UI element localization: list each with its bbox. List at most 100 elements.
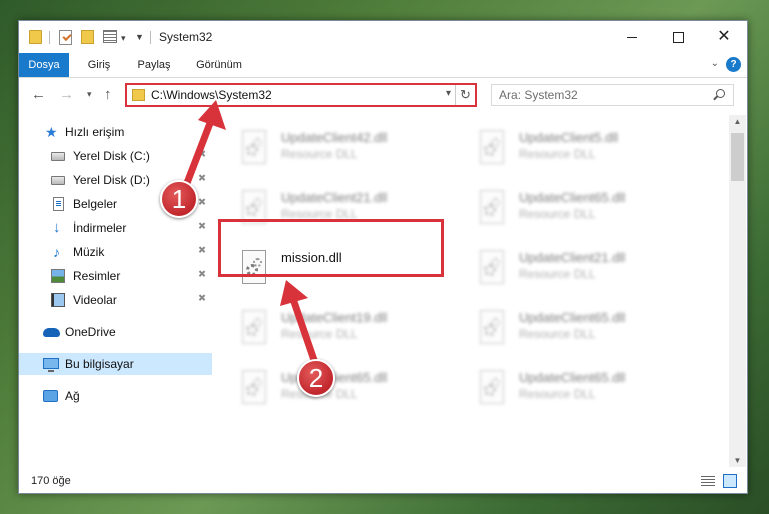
dll-file-icon: [478, 250, 506, 286]
sidebar-item-network[interactable]: Ağ: [19, 385, 212, 407]
search-input[interactable]: [492, 85, 707, 105]
toolbar-arrow-icon[interactable]: ▼: [135, 32, 145, 48]
tab-home[interactable]: Giriş: [79, 53, 119, 77]
file-name: UpdateClient21.dll: [519, 250, 626, 265]
sidebar-item-label: Videolar: [73, 293, 117, 307]
list-item[interactable]: UpdateClient65.dll Resource DLL: [471, 301, 701, 353]
pin-icon[interactable]: ✚: [194, 292, 208, 306]
file-type: Resource DLL: [519, 207, 596, 221]
vertical-scrollbar[interactable]: ▲ ▼: [729, 115, 746, 467]
pin-icon[interactable]: ✚: [194, 244, 208, 258]
title-bar: ▾ ▼ System32 ✕: [19, 21, 747, 53]
sidebar-item-label: Yerel Disk (D:): [73, 173, 150, 187]
file-type: Resource DLL: [519, 327, 596, 341]
scroll-up-icon[interactable]: ▲: [729, 117, 746, 126]
details-view-icon[interactable]: [701, 476, 715, 487]
pictures-icon: [51, 269, 65, 283]
item-count: 170 öğe: [31, 475, 71, 487]
minimize-button[interactable]: [609, 21, 655, 53]
help-icon[interactable]: ?: [726, 57, 741, 72]
quick-access-dropdown-icon[interactable]: ▾: [121, 33, 126, 49]
folder-icon: [29, 30, 42, 44]
search-box[interactable]: [491, 84, 734, 106]
address-dropdown-icon[interactable]: ▾: [446, 88, 451, 99]
drive-icon: [51, 176, 65, 185]
file-type: Resource DLL: [519, 387, 596, 401]
toolbar-separator: [49, 31, 50, 44]
sidebar-item-label: Yerel Disk (C:): [73, 149, 150, 163]
file-type: Resource DLL: [519, 147, 596, 161]
dll-file-icon: [478, 190, 506, 226]
file-name: UpdateClient65.dll: [519, 310, 626, 325]
refresh-button[interactable]: ↻: [455, 85, 475, 105]
sidebar-item-label: Hızlı erişim: [65, 125, 125, 139]
network-icon: [43, 390, 58, 402]
dll-file-icon: [478, 130, 506, 166]
close-button[interactable]: ✕: [701, 21, 747, 53]
sidebar-item-videos[interactable]: Videolar ✚: [19, 289, 212, 311]
recent-locations-icon[interactable]: ▾: [87, 89, 92, 100]
file-type: Resource DLL: [281, 147, 358, 161]
sidebar-item-label: Resimler: [73, 269, 121, 283]
file-name: UpdateClient42.dll: [281, 130, 388, 145]
new-folder-icon[interactable]: [81, 30, 94, 44]
step-badge-1: 1: [160, 180, 198, 218]
this-pc-icon: [43, 358, 59, 372]
window-title: System32: [159, 30, 213, 44]
sidebar-item-pictures[interactable]: Resimler ✚: [19, 265, 212, 287]
tab-share[interactable]: Paylaş: [131, 53, 177, 77]
sidebar-item-music[interactable]: ♪ Müzik ✚: [19, 241, 212, 263]
scrollbar-thumb[interactable]: [731, 133, 744, 181]
tab-file[interactable]: Dosya: [19, 53, 69, 77]
ribbon-tabs: Dosya Giriş Paylaş Görünüm ⌄ ?: [19, 53, 747, 78]
pin-icon[interactable]: ✚: [194, 268, 208, 282]
sidebar-item-label: Bu bilgisayar: [65, 357, 134, 371]
list-item[interactable]: UpdateClient65.dll Resource DLL: [471, 181, 701, 233]
properties-check-icon[interactable]: [59, 30, 72, 45]
file-name: UpdateClient21.dll: [281, 190, 388, 205]
dll-file-icon: [478, 310, 506, 346]
back-button[interactable]: ←: [31, 86, 46, 103]
expand-ribbon-icon[interactable]: ⌄: [711, 58, 719, 69]
scroll-down-icon[interactable]: ▼: [729, 456, 746, 465]
tab-view[interactable]: Görünüm: [189, 53, 249, 77]
highlight-box: [218, 219, 444, 277]
list-item[interactable]: UpdateClient21.dll Resource DLL: [471, 241, 701, 293]
list-item[interactable]: UpdateClient5.dll Resource DLL: [471, 121, 701, 173]
sidebar-item-label: İndirmeler: [73, 221, 127, 235]
search-icon[interactable]: [716, 89, 725, 98]
forward-button[interactable]: →: [59, 86, 74, 103]
sidebar-item-this-pc[interactable]: Bu bilgisayar: [19, 353, 212, 375]
file-type: Resource DLL: [519, 267, 596, 281]
drive-icon: [51, 152, 65, 161]
maximize-button[interactable]: [655, 21, 701, 53]
list-item[interactable]: UpdateClient19.dll Resource DLL: [233, 301, 463, 353]
pin-icon[interactable]: ✚: [194, 220, 208, 234]
list-item[interactable]: UpdateClient65.dll Resource DLL: [471, 361, 701, 413]
status-bar: 170 öğe: [19, 469, 747, 493]
dll-file-icon: [240, 130, 268, 166]
dll-file-icon: [240, 370, 268, 406]
sidebar-item-onedrive[interactable]: OneDrive: [19, 321, 212, 343]
large-icons-view-icon[interactable]: [723, 474, 737, 488]
sidebar-item-label: Ağ: [65, 389, 80, 403]
list-item[interactable]: UpdateClient42.dll Resource DLL: [233, 121, 463, 173]
dll-file-icon: [478, 370, 506, 406]
dll-file-icon: [240, 310, 268, 346]
toolbar-separator: [150, 31, 151, 44]
folder-icon: [132, 89, 145, 101]
sidebar-item-label: Belgeler: [73, 197, 118, 211]
documents-icon: [53, 197, 64, 211]
sidebar-item-downloads[interactable]: ↓ İndirmeler ✚: [19, 217, 212, 239]
onedrive-icon: [43, 328, 60, 337]
customize-toolbar-icon[interactable]: [103, 30, 117, 43]
step-badge-2: 2: [297, 359, 335, 397]
list-item[interactable]: UpdateClient65.dll Resource DLL: [233, 361, 463, 413]
file-name: UpdateClient5.dll: [519, 130, 619, 145]
file-name: UpdateClient65.dll: [519, 370, 626, 385]
sidebar-item-label: OneDrive: [65, 325, 116, 339]
up-button[interactable]: ↑: [104, 86, 112, 103]
sidebar-item-label: Müzik: [73, 245, 105, 259]
quick-access-star-icon: ★: [45, 124, 58, 140]
file-name: UpdateClient65.dll: [519, 190, 626, 205]
